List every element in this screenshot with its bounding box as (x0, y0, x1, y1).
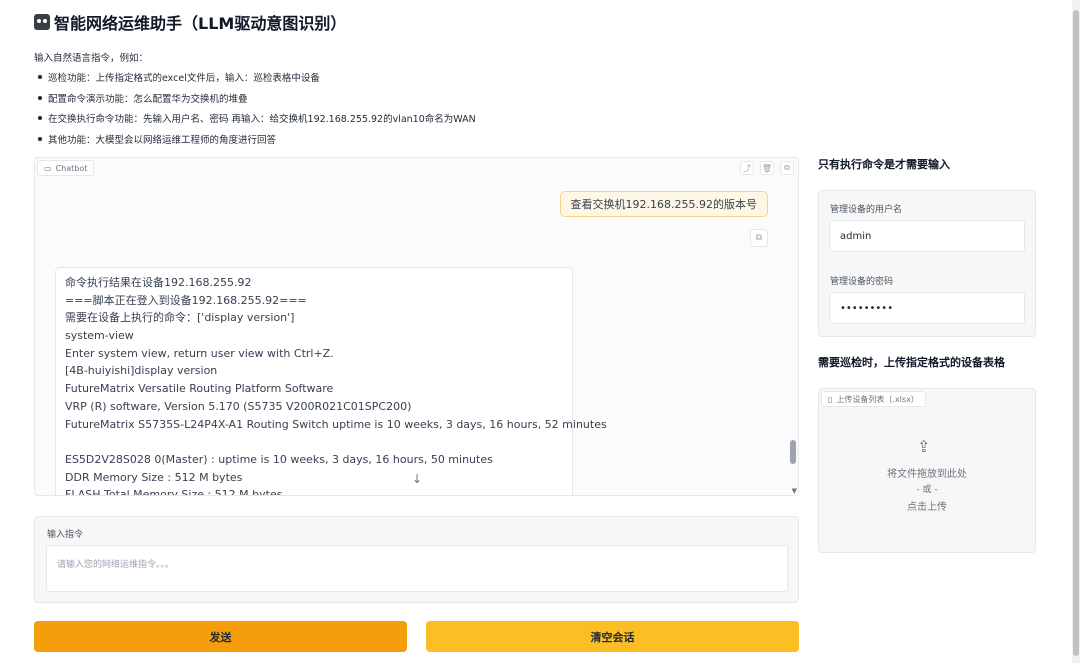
intro-item: 在交换执行命令功能：先输入用户名、密码 再输入：给交换机192.168.255.… (34, 111, 476, 125)
robot-icon (34, 14, 50, 30)
chat-scrollbar[interactable]: ▼ (788, 158, 798, 495)
bot-message-line: ES5D2V28S028 0(Master) : uptime is 10 we… (65, 452, 493, 466)
intro-instructions: 输入自然语言指令，例如： 巡检功能：上传指定格式的excel文件后，输入：巡检表… (34, 50, 476, 152)
bot-message-line: DDR Memory Size : 512 M bytes (65, 470, 243, 484)
password-field[interactable]: ••••••••• (829, 292, 1025, 324)
intro-item: 配置命令演示功能：怎么配置华为交换机的堆叠 (34, 91, 476, 105)
bot-message-line: Enter system view, return user view with… (65, 346, 334, 360)
chatbot-label-text: Chatbot (55, 163, 88, 173)
upload-icon: ⇪ (917, 437, 931, 456)
chat-scroll-thumb[interactable] (790, 440, 796, 464)
share-icon[interactable]: ⤴ (740, 161, 754, 175)
username-label: 管理设备的用户名 (830, 205, 903, 215)
password-label: 管理设备的密码 (830, 277, 894, 287)
bot-message-line: system-view (65, 329, 134, 343)
command-input-panel: 输入指令 (34, 516, 799, 603)
scroll-arrow-down-icon[interactable]: ▼ (792, 487, 797, 495)
chat-bubble-icon: ▭ (44, 163, 52, 173)
page-title: 智能网络运维助手（LLM驱动意图识别） (34, 10, 346, 34)
chatbot-toolbar: ⤴ 🗑 ⧉ (740, 161, 794, 175)
bot-message-line: FLASH Total Memory Size : 512 M bytes (65, 488, 283, 496)
page-scrollbar[interactable] (1072, 0, 1080, 663)
upload-label-text: 上传设备列表（.xlsx） (836, 394, 919, 404)
upload-click-text[interactable]: 点击上传 (819, 498, 1035, 513)
page-scroll-thumb[interactable] (1073, 10, 1079, 656)
credentials-panel: 管理设备的用户名 admin 管理设备的密码 ••••••••• (818, 190, 1036, 337)
scroll-down-icon[interactable]: ↓ (412, 472, 422, 486)
bot-message-line: 需要在设备上执行的命令：['display version'] (65, 311, 295, 325)
bot-message-line: FutureMatrix S5735S-L24P4X-A1 Routing Sw… (65, 417, 607, 431)
bot-message-line: ===脚本正在登入到设备192.168.255.92=== (65, 293, 307, 307)
intro-lead: 输入自然语言指令，例如： (34, 53, 149, 64)
file-upload-panel[interactable]: ▯ 上传设备列表（.xlsx） ⇪ 将文件拖放到此处 - 或 - 点击上传 (818, 388, 1036, 553)
command-input-label: 输入指令 (47, 530, 84, 540)
upload-label: ▯ 上传设备列表（.xlsx） (821, 391, 926, 407)
upload-title: 需要巡检时，上传指定格式的设备表格 (818, 356, 1005, 369)
upload-drop-text: 将文件拖放到此处 (887, 469, 967, 480)
bot-message-line: 命令执行结果在设备192.168.255.92 (65, 276, 252, 289)
send-button[interactable]: 发送 (34, 621, 407, 652)
intro-list: 巡检功能：上传指定格式的excel文件后，输入：巡检表格中设备 配置命令演示功能… (34, 70, 476, 146)
command-input[interactable] (46, 545, 788, 592)
upload-or-text: - 或 - (916, 485, 938, 495)
bot-message-line: VRP (R) software, Version 5.170 (S5735 V… (65, 399, 412, 413)
intro-item: 其他功能：大模型会以网络运维工程师的角度进行回答 (34, 132, 476, 146)
file-icon: ▯ (828, 394, 833, 404)
credentials-title: 只有执行命令是才需要输入 (818, 158, 950, 171)
username-field[interactable]: admin (829, 220, 1025, 252)
page-title-text: 智能网络运维助手（LLM驱动意图识别） (54, 14, 347, 33)
clear-session-button[interactable]: 清空会话 (426, 621, 799, 652)
chatbot-label: ▭ Chatbot (37, 160, 95, 176)
bot-message-line: [4B-huiyishi]display version (65, 364, 218, 378)
user-message: 查看交换机192.168.255.92的版本号 (559, 191, 768, 217)
trash-icon[interactable]: 🗑 (760, 161, 774, 175)
intro-item: 巡检功能：上传指定格式的excel文件后，输入：巡检表格中设备 (34, 70, 476, 84)
chatbot-panel: ▭ Chatbot ⤴ 🗑 ⧉ 查看交换机192.168.255.92的版本号 … (34, 157, 799, 496)
copy-message-icon[interactable]: ⧉ (750, 229, 768, 247)
bot-message: 命令执行结果在设备192.168.255.92 ===脚本正在登入到设备192.… (55, 267, 607, 496)
bot-message-line (65, 433, 563, 451)
app-page: 智能网络运维助手（LLM驱动意图识别） 输入自然语言指令，例如： 巡检功能：上传… (0, 0, 1072, 663)
bot-message-line: FutureMatrix Versatile Routing Platform … (65, 382, 334, 396)
